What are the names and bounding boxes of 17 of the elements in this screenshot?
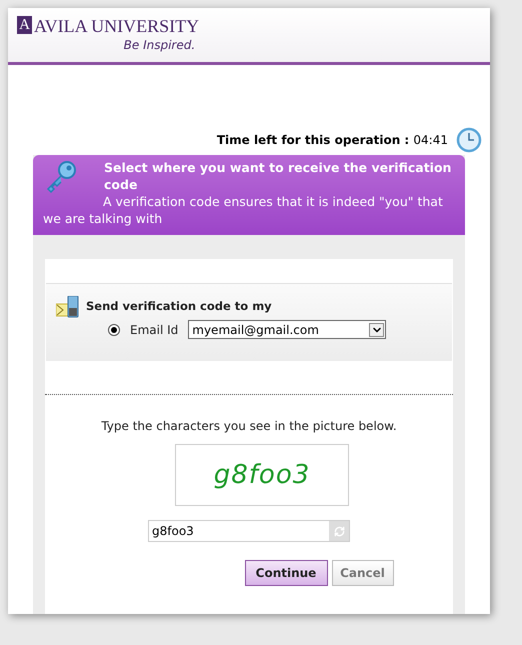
phone-icon [56, 296, 80, 318]
email-dropdown[interactable]: myemail@gmail.com [188, 320, 386, 339]
radio-button[interactable] [108, 324, 120, 336]
captcha-image: g8foo3 [175, 444, 349, 506]
banner-subtitle: A verification code ensures that it is indeed "you" that we are talking with [43, 193, 444, 227]
tagline: Be Inspired. [124, 37, 196, 54]
cancel-button[interactable]: Cancel [332, 560, 394, 586]
option-label: Email Id [130, 322, 178, 338]
send-heading: Send verification code to my [86, 298, 272, 316]
time-left-label: Time left for this operation : 04:41 [216, 132, 448, 149]
university-name: AVILA UNIVERSITY [34, 16, 200, 36]
continue-button[interactable]: Continue [244, 560, 328, 586]
captcha-instruction: Type the characters you see in the picture below. [101, 418, 397, 435]
captcha-input[interactable]: g8foo3 [148, 520, 350, 542]
banner-title: Select where you want to receive the verification code [103, 159, 452, 193]
clock-icon [456, 127, 482, 153]
logo-mark: A [17, 16, 32, 34]
